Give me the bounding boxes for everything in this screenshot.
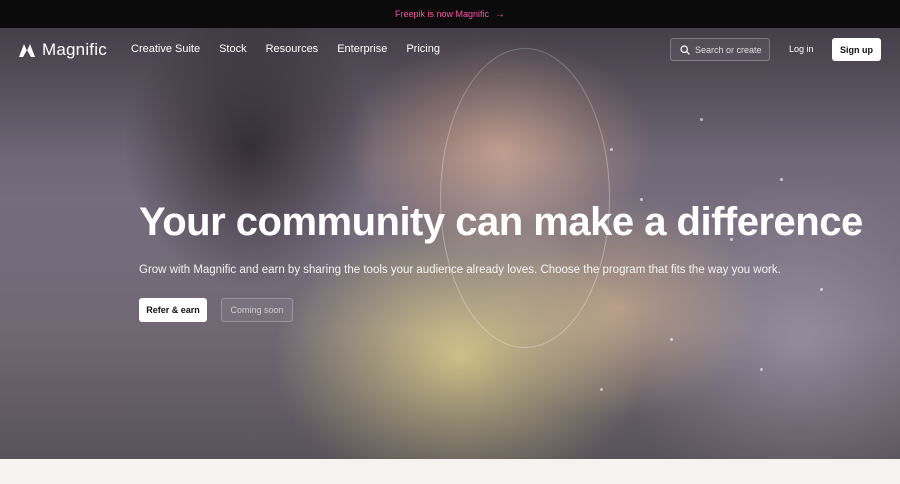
announcement-text[interactable]: Freepik is now Magnific [395, 9, 489, 19]
sparkle [760, 368, 763, 371]
magnific-logo-icon [19, 43, 35, 57]
nav-resources[interactable]: Resources [266, 43, 319, 55]
search-input[interactable] [695, 44, 763, 55]
hero-subtitle: Grow with Magnific and earn by sharing t… [139, 264, 781, 276]
refer-earn-button[interactable]: Refer & earn [139, 298, 207, 322]
main-menu: Creative Suite Stock Resources Enterpris… [131, 43, 459, 55]
signup-button[interactable]: Sign up [832, 38, 881, 61]
bubble-graphic [440, 48, 610, 348]
coming-soon-button[interactable]: Coming soon [221, 298, 293, 322]
arrow-right-icon: → [495, 8, 506, 20]
search-icon [680, 44, 690, 55]
sparkle [700, 118, 703, 121]
page-content-section [0, 459, 900, 484]
search-box[interactable] [670, 38, 770, 61]
nav-stock[interactable]: Stock [219, 43, 247, 55]
sparkle [670, 338, 673, 341]
logo-text: Magnific [42, 40, 107, 59]
sparkle [610, 148, 613, 151]
sparkle [820, 288, 823, 291]
nav-enterprise[interactable]: Enterprise [337, 43, 387, 55]
sparkle [600, 388, 603, 391]
announcement-bar[interactable]: Freepik is now Magnific → [0, 0, 900, 28]
sparkle [780, 178, 783, 181]
logo[interactable]: Magnific [19, 40, 107, 60]
top-navigation: Magnific Creative Suite Stock Resources … [0, 28, 900, 72]
login-link[interactable]: Log in [789, 44, 814, 54]
nav-creative-suite[interactable]: Creative Suite [131, 43, 200, 55]
hero-title: Your community can make a difference [139, 200, 863, 244]
nav-pricing[interactable]: Pricing [406, 43, 440, 55]
